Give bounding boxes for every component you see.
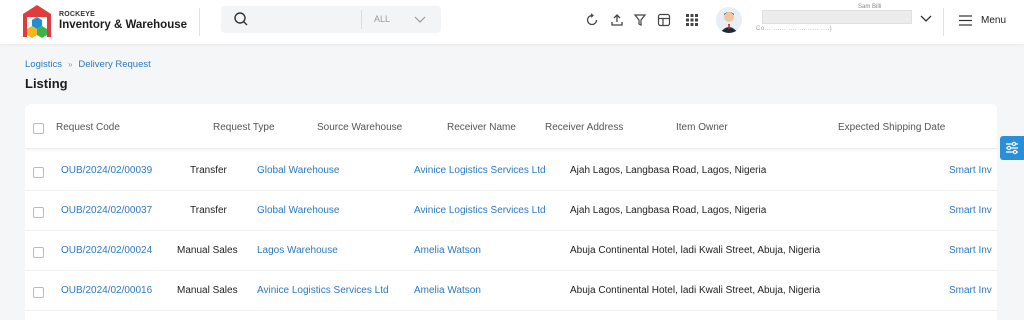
receiver-address: Ajah Lagos, Langbasa Road, Lagos, Nigeri…	[570, 205, 767, 216]
header-divider	[943, 8, 944, 36]
row-checkbox[interactable]	[33, 287, 44, 298]
table-row[interactable]: OUB/2024/02/00016 Manual Sales Avinice L…	[25, 271, 997, 311]
table-row[interactable]: OUB/2024/02/00039 Transfer Global Wareho…	[25, 151, 997, 191]
column-source-warehouse[interactable]: Source Warehouse	[317, 122, 402, 133]
item-owner-link[interactable]: Smart Inv	[949, 285, 992, 296]
sliders-icon	[1006, 141, 1018, 155]
request-code-link[interactable]: OUB/2024/02/00016	[61, 285, 152, 296]
column-receiver-address[interactable]: Receiver Address	[545, 122, 623, 133]
receiver-address: Abuja Continental Hotel, ladi Kwali Stre…	[570, 245, 821, 256]
rockeye-logo-icon[interactable]	[22, 4, 52, 38]
chevron-down-icon[interactable]	[413, 14, 427, 24]
request-code-link[interactable]: OUB/2024/02/00037	[61, 205, 152, 216]
avatar[interactable]	[716, 7, 742, 33]
filter-icon[interactable]	[633, 13, 647, 27]
row-checkbox[interactable]	[33, 207, 44, 218]
user-subtitle: Co... ...... .... ... ..... ....)	[756, 26, 833, 32]
redacted-user-box	[762, 10, 912, 24]
column-receiver-name[interactable]: Receiver Name	[447, 122, 516, 133]
source-warehouse-link[interactable]: Global Warehouse	[257, 205, 339, 216]
request-code-link[interactable]: OUB/2024/02/00039	[61, 165, 152, 176]
apps-grid-icon[interactable]	[685, 13, 699, 27]
breadcrumb: Logistics » Delivery Request	[25, 59, 151, 70]
request-type: Transfer	[190, 165, 227, 176]
receiver-name-link[interactable]: Avinice Logistics Services Ltd	[414, 205, 546, 216]
item-owner-link[interactable]: Smart Inv	[949, 205, 992, 216]
chevron-down-icon[interactable]	[920, 15, 932, 23]
table-row[interactable]: OUB/2024/02/00024 Manual Sales Lagos War…	[25, 231, 997, 271]
request-code-link[interactable]: OUB/2024/02/00024	[61, 245, 152, 256]
search-bar[interactable]: ALL	[221, 6, 441, 33]
receiver-name-link[interactable]: Amelia Watson	[414, 245, 481, 256]
column-expected-shipping-date[interactable]: Expected Shipping Date	[838, 122, 945, 133]
brand-name: Inventory & Warehouse	[59, 19, 188, 31]
source-warehouse-link[interactable]: Lagos Warehouse	[257, 245, 338, 256]
brand-small-label: ROCKEYE	[59, 11, 96, 18]
search-filter-select[interactable]: ALL	[374, 14, 390, 24]
select-all-checkbox[interactable]	[33, 123, 44, 134]
table-row[interactable]: OUB/2024/02/00037 Transfer Global Wareho…	[25, 191, 997, 231]
user-avatar-icon	[720, 12, 738, 33]
table-header: Request Code Request Type Source Warehou…	[25, 104, 997, 149]
request-type: Transfer	[190, 205, 227, 216]
search-separator	[361, 10, 362, 29]
listing-table: Request Code Request Type Source Warehou…	[25, 104, 997, 320]
row-checkbox[interactable]	[33, 167, 44, 178]
column-request-code[interactable]: Request Code	[56, 122, 120, 133]
search-icon[interactable]	[233, 11, 249, 27]
receiver-address: Abuja Continental Hotel, ladi Kwali Stre…	[570, 285, 821, 296]
source-warehouse-link[interactable]: Avinice Logistics Services Ltd	[257, 285, 389, 296]
item-owner-link[interactable]: Smart Inv	[949, 165, 992, 176]
source-warehouse-link[interactable]: Global Warehouse	[257, 165, 339, 176]
refresh-icon[interactable]	[585, 13, 599, 27]
receiver-address: Ajah Lagos, Langbasa Road, Lagos, Nigeri…	[570, 165, 767, 176]
receiver-name-link[interactable]: Amelia Watson	[414, 285, 481, 296]
header-divider	[199, 8, 200, 36]
request-type: Manual Sales	[177, 245, 238, 256]
upload-icon[interactable]	[610, 13, 624, 27]
chevron-right-icon: »	[67, 60, 73, 69]
page-title: Listing	[25, 76, 68, 91]
column-request-type[interactable]: Request Type	[213, 122, 275, 133]
hamburger-menu-icon[interactable]	[959, 15, 972, 26]
row-checkbox[interactable]	[33, 247, 44, 258]
top-header: ROCKEYE Inventory & Warehouse ALL Sam Bi…	[0, 0, 1024, 44]
receiver-name-link[interactable]: Avinice Logistics Services Ltd	[414, 165, 546, 176]
request-type: Manual Sales	[177, 285, 238, 296]
column-item-owner[interactable]: Item Owner	[676, 122, 728, 133]
menu-button[interactable]: Menu	[981, 15, 1006, 26]
breadcrumb-delivery-request[interactable]: Delivery Request	[78, 59, 150, 70]
layout-icon[interactable]	[657, 13, 671, 27]
item-owner-link[interactable]: Smart Inv	[949, 245, 992, 256]
column-settings-button[interactable]	[1000, 136, 1024, 160]
breadcrumb-logistics[interactable]: Logistics	[25, 59, 62, 70]
